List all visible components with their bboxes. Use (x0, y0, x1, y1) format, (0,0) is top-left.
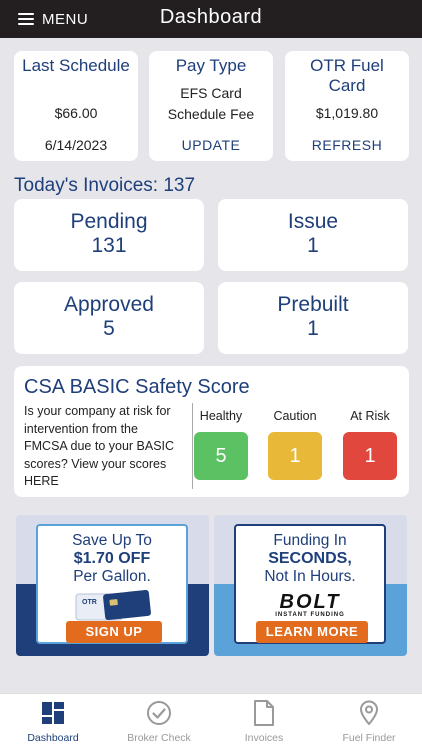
last-schedule-card: Last Schedule $66.00 6/14/2023 (14, 51, 138, 161)
pay-type-card: Pay Type EFS Card Schedule Fee UPDATE (149, 51, 273, 161)
promo-line: Per Gallon. (73, 568, 151, 585)
healthy-score-box[interactable]: 5 (194, 432, 248, 480)
schedule-amount: $66.00 (54, 105, 98, 121)
fuel-card-card: OTR Fuel Card $1,019.80 REFRESH (285, 51, 409, 161)
update-button[interactable]: UPDATE (149, 137, 273, 153)
at-risk-score: At Risk 1 (340, 409, 400, 480)
stat-count: 131 (91, 234, 127, 257)
tab-dashboard[interactable]: Dashboard (0, 699, 106, 744)
card-title: Last Schedule (22, 56, 130, 75)
refresh-button[interactable]: REFRESH (285, 137, 409, 153)
promo-line: Not In Hours. (264, 568, 356, 585)
stat-count: 1 (307, 234, 319, 257)
healthy-score: Healthy 5 (191, 409, 251, 480)
issue-card[interactable]: Issue 1 (218, 199, 408, 271)
stat-label: Prebuilt (277, 293, 349, 316)
dashboard-icon (42, 702, 64, 724)
schedule-date: 6/14/2023 (44, 137, 108, 153)
pending-card[interactable]: Pending 131 (14, 199, 204, 271)
pay-type-value: EFS Card (180, 85, 242, 101)
score-label: Caution (273, 409, 317, 423)
fuel-discount-banner[interactable]: Save Up To $1.70 OFF Per Gallon. OTR SIG… (16, 515, 209, 656)
funding-banner[interactable]: Funding In SECONDS, Not In Hours. BOLT I… (214, 515, 407, 656)
promo-line: Save Up To (72, 532, 152, 549)
learn-more-button[interactable]: LEARN MORE (256, 621, 368, 643)
stat-count: 1 (307, 317, 319, 340)
stat-label: Approved (64, 293, 154, 316)
pay-type-fee: Schedule Fee (167, 106, 255, 122)
fuel-card-balance: $1,019.80 (315, 105, 379, 121)
tab-fuel-finder[interactable]: Fuel Finder (316, 699, 422, 744)
csa-description-link[interactable]: Is your company at risk for intervention… (24, 403, 182, 491)
prebuilt-card[interactable]: Prebuilt 1 (218, 282, 408, 354)
tab-label: Dashboard (27, 732, 79, 744)
logo-text: BOLT (279, 591, 341, 613)
caution-score-box[interactable]: 1 (268, 432, 322, 480)
tab-label: Broker Check (127, 732, 191, 744)
logo-subtext: INSTANT FUNDING (275, 612, 345, 618)
stat-count: 5 (103, 317, 115, 340)
banner-panel: Funding In SECONDS, Not In Hours. BOLT I… (234, 524, 386, 644)
at-risk-score-box[interactable]: 1 (343, 432, 397, 480)
check-circle-icon (147, 701, 171, 725)
card-title: Pay Type (175, 56, 247, 75)
card-title: OTR Fuel Card (310, 56, 384, 95)
promo-line: $1.70 OFF (73, 550, 151, 567)
stat-label: Pending (70, 210, 148, 233)
tab-label: Invoices (244, 732, 284, 744)
stat-label: Issue (287, 210, 339, 233)
approved-card[interactable]: Approved 5 (14, 282, 204, 354)
banner-panel: Save Up To $1.70 OFF Per Gallon. OTR SIG… (36, 524, 188, 644)
app-header: MENU Dashboard (0, 0, 422, 38)
tab-bar: Dashboard Broker Check Invoices Fuel Fin… (0, 693, 422, 750)
promo-line: Funding In (273, 532, 347, 549)
csa-title: CSA BASIC Safety Score (24, 376, 250, 398)
promo-line: SECONDS, (268, 550, 352, 567)
page-title: Dashboard (159, 6, 263, 28)
invoices-title: Today's Invoices: 137 (14, 175, 196, 196)
document-icon (254, 700, 274, 726)
fuel-card-icon: OTR (75, 590, 151, 621)
score-label: Healthy (199, 409, 243, 423)
tab-broker-check[interactable]: Broker Check (106, 699, 212, 744)
bolt-logo: BOLT INSTANT FUNDING (236, 592, 384, 618)
fuel-card-brand: OTR (82, 599, 97, 606)
score-label: At Risk (350, 409, 390, 423)
caution-score: Caution 1 (265, 409, 325, 480)
csa-score-card: CSA BASIC Safety Score Is your company a… (14, 366, 409, 497)
sign-up-button[interactable]: SIGN UP (66, 621, 162, 643)
tab-invoices[interactable]: Invoices (211, 699, 317, 744)
tab-label: Fuel Finder (342, 732, 396, 744)
map-pin-icon (360, 700, 378, 725)
